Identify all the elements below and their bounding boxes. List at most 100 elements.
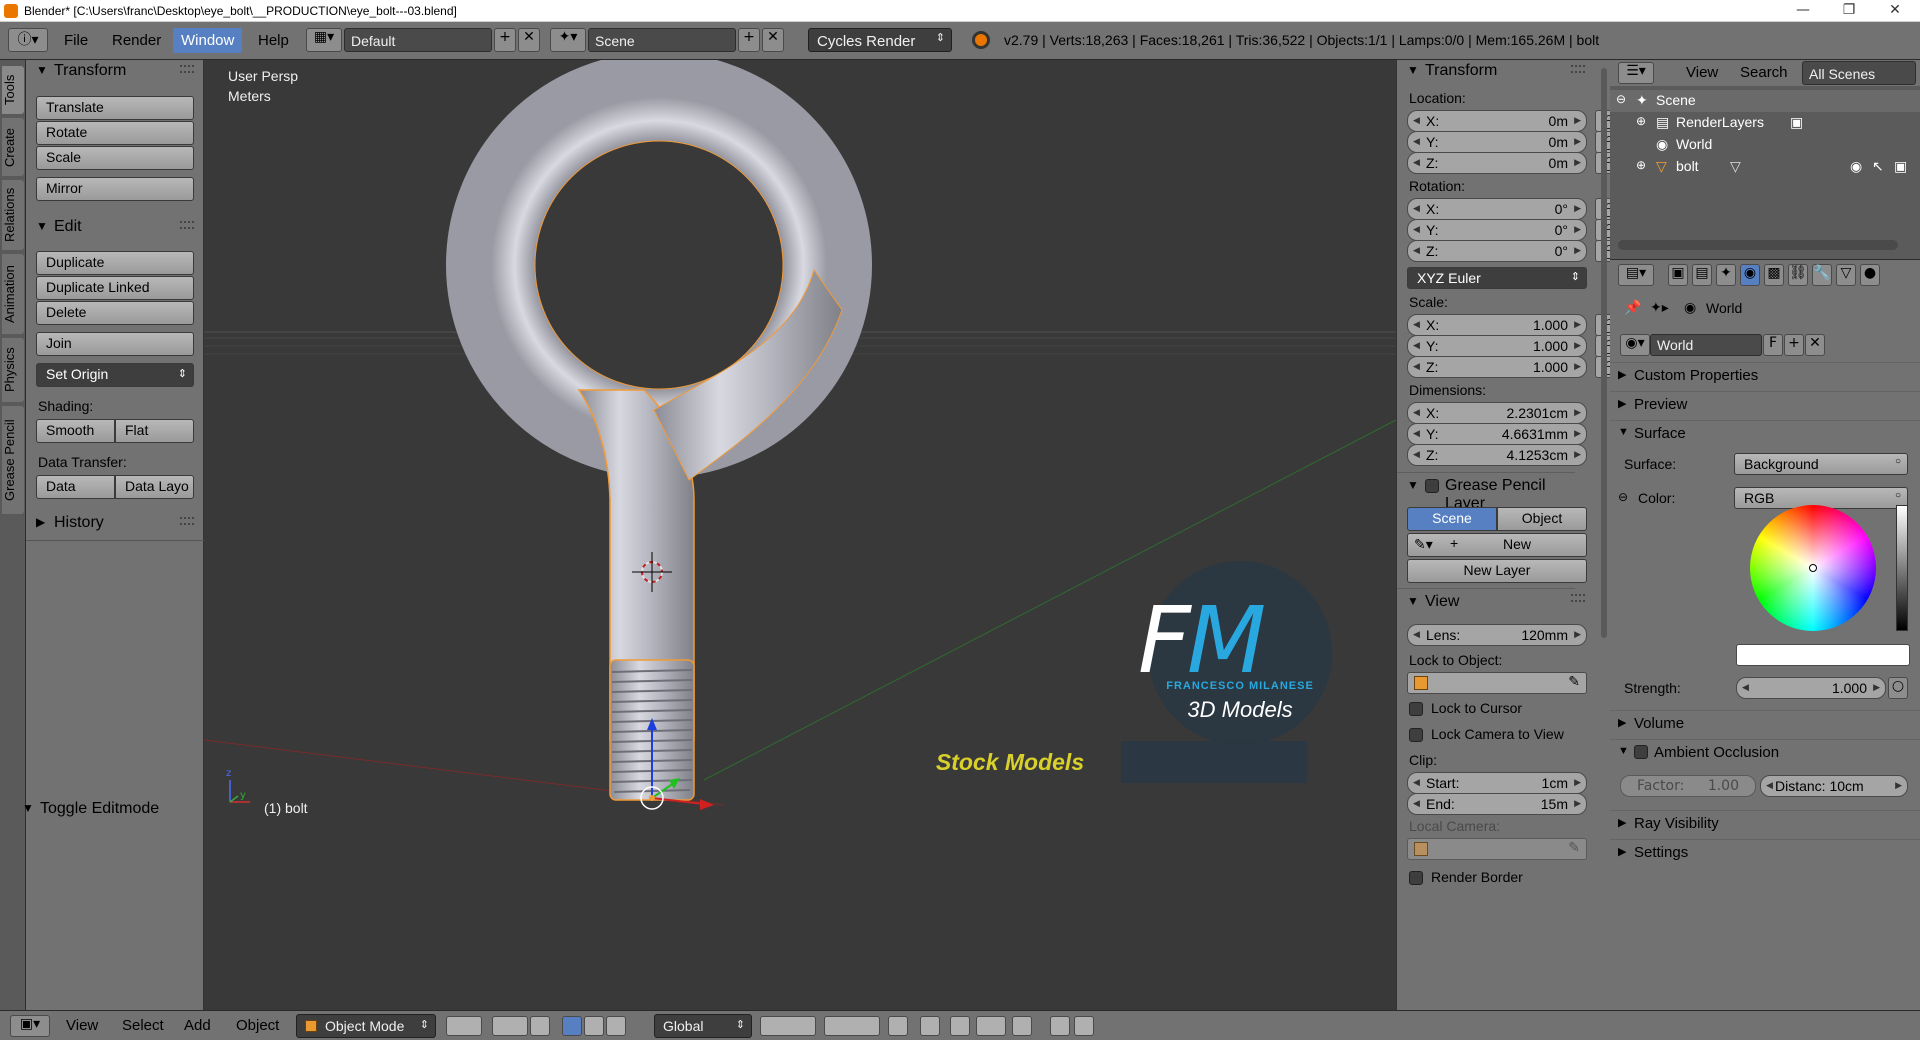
rotation-x-field[interactable]: ◀ X: 0° ▶	[1407, 198, 1587, 220]
cursor-select-icon[interactable]: ↖	[1872, 158, 1884, 175]
scale-x-field[interactable]: ◀ X: 1.000 ▶	[1407, 314, 1587, 336]
rotation-mode-select[interactable]: XYZ Euler ⇕	[1407, 267, 1587, 289]
drag-grip-icon[interactable]	[180, 65, 194, 73]
properties-type-icon[interactable]: ▤▾	[1618, 264, 1654, 286]
world-tab-icon[interactable]: ◉	[1740, 264, 1760, 286]
tab-physics[interactable]: Physics	[2, 338, 24, 402]
arrow-left-icon[interactable]: ◀	[1742, 682, 1749, 693]
color-wheel-cursor[interactable]	[1809, 564, 1817, 572]
n-transform-header[interactable]: ▼ Transform	[1397, 60, 1585, 86]
arrow-right-icon[interactable]: ▶	[1574, 115, 1581, 126]
expand-icon[interactable]: ⊕	[1636, 158, 1646, 172]
value-slider[interactable]	[1896, 505, 1908, 631]
arrow-right-icon[interactable]: ▶	[1574, 340, 1581, 351]
eye-visibility-icon[interactable]: ◉	[1850, 158, 1862, 175]
lock-to-cursor-checkbox[interactable]	[1409, 702, 1423, 716]
outliner-display-mode[interactable]: All Scenes	[1802, 61, 1916, 85]
outliner-row-bolt[interactable]: ⊕ ▽ bolt ▽ ◉ ↖ ▣	[1610, 156, 1920, 178]
tab-animation[interactable]: Animation	[2, 254, 24, 334]
drag-grip-icon[interactable]	[180, 517, 194, 525]
outliner-hscrollbar[interactable]	[1618, 240, 1898, 250]
duplicate-linked-button[interactable]: Duplicate Linked	[36, 276, 194, 300]
transform-panel-header[interactable]: ▼ Transform	[26, 60, 204, 86]
scale-manipulator-icon[interactable]	[606, 1016, 626, 1036]
data-tab-icon[interactable]: ▽	[1836, 264, 1856, 286]
arrow-left-icon[interactable]: ◀	[1413, 798, 1420, 809]
dimensions-z-field[interactable]: ◀ Z: 4.1253cm ▶	[1407, 444, 1587, 466]
gp-new-button[interactable]: ✎▾ + New	[1407, 533, 1587, 557]
add-scene-icon[interactable]: +	[738, 28, 760, 52]
strength-field[interactable]: ◀ 1.000 ▶	[1736, 677, 1886, 699]
ambient-occlusion-checkbox[interactable]	[1634, 745, 1648, 759]
proportional-edit-icon[interactable]	[920, 1016, 940, 1036]
preview-header[interactable]: ▶ Preview	[1610, 391, 1920, 417]
arrow-right-icon[interactable]: ▶	[1574, 428, 1581, 439]
remove-layout-icon[interactable]: ✕	[518, 28, 540, 52]
snap-target-icon[interactable]	[1012, 1016, 1032, 1036]
arrow-left-icon[interactable]: ◀	[1413, 407, 1420, 418]
render-border-checkbox[interactable]	[1409, 871, 1423, 885]
pivot-point-icon[interactable]	[492, 1016, 528, 1036]
ray-visibility-header[interactable]: ▶ Ray Visibility	[1610, 810, 1920, 836]
drag-grip-icon[interactable]	[180, 221, 194, 229]
translate-button[interactable]: Translate	[36, 96, 194, 120]
fake-user-button[interactable]: F	[1763, 334, 1783, 356]
arrow-left-icon[interactable]: ◀	[1413, 245, 1420, 256]
snap-toggle-icon[interactable]	[950, 1016, 970, 1036]
modifiers-tab-icon[interactable]: 🔧	[1812, 264, 1832, 286]
material-tab-icon[interactable]: ●	[1860, 264, 1880, 286]
minimize-button[interactable]: —	[1780, 0, 1826, 22]
toggle-editmode-header[interactable]: ▼ Toggle Editmode	[12, 798, 190, 824]
arrow-left-icon[interactable]: ◀	[1413, 361, 1420, 372]
editor-type-icon[interactable]: ⓘ▾	[8, 28, 48, 52]
arrow-right-icon[interactable]: ▶	[1574, 319, 1581, 330]
color-swatch[interactable]	[1736, 644, 1910, 666]
opengl-render-icon[interactable]	[1050, 1016, 1070, 1036]
rotation-z-field[interactable]: ◀ Z: 0° ▶	[1407, 240, 1587, 262]
arrow-left-icon[interactable]: ◀	[1413, 224, 1420, 235]
object-tab-icon[interactable]: ▩	[1764, 264, 1784, 286]
menu-file[interactable]: File	[64, 32, 88, 49]
menu-help[interactable]: Help	[258, 32, 289, 49]
view-panel-header[interactable]: ▼ View	[1397, 588, 1585, 614]
location-z-field[interactable]: ◀ Z: 0m ▶	[1407, 152, 1587, 174]
close-button[interactable]: ✕	[1872, 0, 1918, 22]
dimensions-y-field[interactable]: ◀ Y: 4.6631mm ▶	[1407, 423, 1587, 445]
menu-window[interactable]: Window	[173, 28, 243, 53]
rotate-manipulator-icon[interactable]	[584, 1016, 604, 1036]
footer-menu-add[interactable]: Add	[184, 1017, 211, 1034]
lock-camera-checkbox[interactable]	[1409, 728, 1423, 742]
collapse-icon[interactable]: ⊖	[1616, 92, 1626, 106]
lock-object-field[interactable]: ✎	[1407, 672, 1587, 694]
footer-menu-object[interactable]: Object	[236, 1017, 279, 1034]
arrow-right-icon[interactable]: ▶	[1574, 245, 1581, 256]
layer-lock-icon[interactable]	[888, 1016, 908, 1036]
arrow-right-icon[interactable]: ▶	[1574, 224, 1581, 235]
arrow-left-icon[interactable]: ◀	[1413, 777, 1420, 788]
pin-icon[interactable]: 📌	[1624, 300, 1641, 316]
renderlayer-tab-icon[interactable]: ▤	[1692, 264, 1712, 286]
eyedropper-icon[interactable]: ✎	[1568, 840, 1580, 856]
transform-orientation-select[interactable]: Global ⇕	[654, 1014, 752, 1038]
layer-grid-left-icon[interactable]	[760, 1016, 816, 1036]
arrow-left-icon[interactable]: ◀	[1413, 629, 1420, 640]
settings-header[interactable]: ▶ Settings	[1610, 839, 1920, 865]
local-camera-field[interactable]: ✎	[1407, 838, 1587, 860]
arrow-left-icon[interactable]: ◀	[1413, 340, 1420, 351]
tab-create[interactable]: Create	[2, 118, 24, 176]
scale-y-field[interactable]: ◀ Y: 1.000 ▶	[1407, 335, 1587, 357]
maximize-button[interactable]: ❐	[1826, 0, 1872, 22]
arrow-left-icon[interactable]: ◀	[1413, 203, 1420, 214]
mirror-button[interactable]: Mirror	[36, 177, 194, 201]
dimensions-x-field[interactable]: ◀ X: 2.2301cm ▶	[1407, 402, 1587, 424]
manipulator-toggle-icon[interactable]	[530, 1016, 550, 1036]
tab-relations[interactable]: Relations	[2, 180, 24, 250]
edit-panel-header[interactable]: ▼ Edit	[26, 216, 204, 242]
tab-tools[interactable]: Tools	[2, 66, 24, 114]
arrow-right-icon[interactable]: ▶	[1895, 780, 1902, 791]
strength-link-icon[interactable]: ○	[1888, 677, 1908, 699]
gp-object-tab[interactable]: Object	[1497, 507, 1587, 531]
arrow-left-icon[interactable]: ◀	[1766, 780, 1773, 791]
outliner-row-renderlayers[interactable]: ⊕ ▤ RenderLayers ▣	[1610, 112, 1920, 134]
history-panel-header[interactable]: ▶ History	[26, 512, 204, 538]
